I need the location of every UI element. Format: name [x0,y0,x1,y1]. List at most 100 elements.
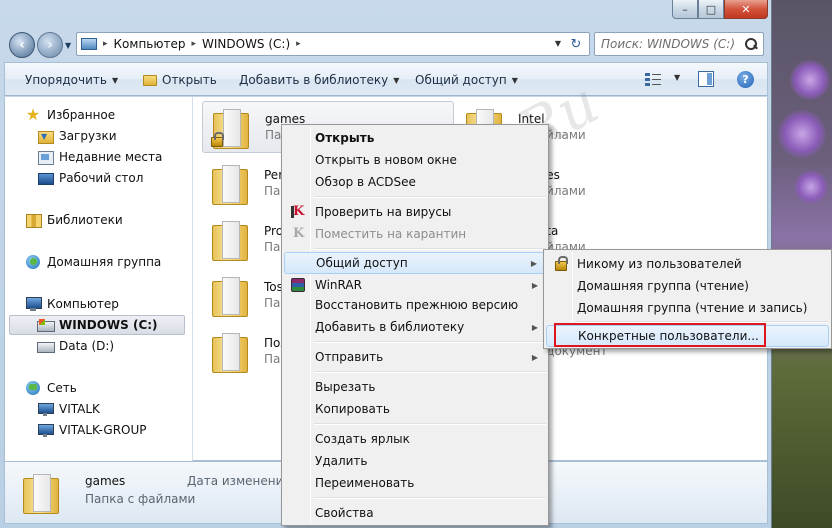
preview-pane-icon[interactable] [698,71,714,87]
system-drive-icon [37,317,55,333]
chevron-down-icon: ▼ [393,75,400,85]
sidebar-item-label: Компьютер [47,297,119,311]
sidebar-item-desktop[interactable]: Рабочий стол [37,168,143,188]
chevron-down-icon: ▼ [511,75,518,85]
sidebar-item-drive-c[interactable]: WINDOWS (C:) [9,315,185,335]
submenu-item-homegroup-readwrite[interactable]: Домашняя группа (чтение и запись) [546,297,829,319]
sidebar-item-recent[interactable]: Недавние места [37,147,162,167]
network-computer-icon [37,422,54,438]
breadcrumb-separator-icon[interactable]: ▸ [294,39,303,49]
sidebar-item-libraries[interactable]: Библиотеки [25,210,123,230]
address-bar[interactable]: ▸ Компьютер ▸ WINDOWS (C:) ▸ ▼ ↻ [76,32,590,56]
change-view-icon[interactable] [645,71,661,87]
chevron-down-icon: ▼ [674,73,681,82]
open-folder-icon [143,74,157,86]
menu-item-quarantine: Поместить на карантин [284,223,546,245]
winrar-icon [291,278,305,292]
lock-icon [555,256,568,271]
chevron-down-icon: ▼ [111,75,119,85]
forward-button[interactable]: › [37,32,63,58]
sidebar-item-label: Загрузки [59,129,117,143]
menu-item-restore-version[interactable]: Восстановить прежнюю версию [284,294,546,316]
sidebar-item-label: VITALK [59,402,100,416]
views-dropdown[interactable]: ▼ [669,73,680,82]
add-to-library-button[interactable]: Добавить в библиотеку ▼ [239,73,399,87]
computer-icon [25,296,42,312]
back-button[interactable]: ‹ [9,32,35,58]
refresh-button[interactable]: ↻ [566,35,586,53]
back-arrow-icon: ‹ [19,37,25,53]
lock-icon [211,132,224,147]
sidebar-item-label: Data (D:) [59,339,115,353]
search-icon[interactable] [744,37,758,51]
close-icon: ✕ [741,2,751,16]
sidebar-item-homegroup[interactable]: Домашняя группа [25,252,161,272]
menu-item-copy[interactable]: Копировать [284,398,546,420]
sidebar-item-label: Избранное [47,108,116,122]
folder-icon [208,161,252,205]
menu-item-scan-virus[interactable]: Проверить на вирусы [284,201,546,223]
sidebar-item-network[interactable]: Сеть [25,378,77,398]
breadcrumb-drive-c[interactable]: WINDOWS (C:) [198,37,294,51]
help-icon[interactable]: ? [737,71,754,88]
computer-icon [81,38,97,50]
details-name: games [85,474,126,488]
title-bar: – □ ✕ [0,0,772,28]
menu-item-open[interactable]: Открыть [284,127,546,149]
folder-icon [209,105,253,149]
folder-icon [19,470,63,514]
details-date-label: Дата изменения: [187,474,295,488]
search-input[interactable]: Поиск: WINDOWS (C:) [595,37,744,51]
menu-item-add-library[interactable]: Добавить в библиотеку ▶ [284,316,546,338]
folder-icon [208,273,252,317]
sidebar-item-label: Недавние места [59,150,163,164]
menu-item-cut[interactable]: Вырезать [284,376,546,398]
menu-item-send-to[interactable]: Отправить ▶ [284,346,546,368]
folder-icon [208,329,252,373]
sidebar-item-label: WINDOWS (C:) [59,318,158,332]
sidebar-item-label: Библиотеки [47,213,123,227]
details-type: Папка с файлами [85,492,196,506]
sidebar-item-vitalk-group[interactable]: VITALK-GROUP [37,420,147,440]
sidebar-item-label: Рабочий стол [59,171,144,185]
sidebar-item-computer[interactable]: Компьютер [25,294,119,314]
menu-item-open-new-window[interactable]: Открыть в новом окне [284,149,546,171]
submenu-arrow-icon: ▶ [531,322,538,332]
organize-label: Упорядочить [25,73,107,87]
kaspersky-icon [290,204,306,220]
sidebar-item-downloads[interactable]: Загрузки [37,126,117,146]
menu-item-winrar[interactable]: WinRAR ▶ [284,274,546,296]
submenu-item-nobody[interactable]: Никому из пользователей [546,253,829,275]
submenu-item-homegroup-read[interactable]: Домашняя группа (чтение) [546,275,829,297]
sidebar-item-favorites[interactable]: ★ Избранное [25,105,115,125]
minimize-button[interactable]: – [672,0,698,19]
share-button[interactable]: Общий доступ ▼ [415,73,518,87]
star-icon: ★ [25,105,41,124]
share-label: Общий доступ [415,73,507,87]
menu-item-create-shortcut[interactable]: Создать ярлык [284,428,546,450]
menu-item-acdsee[interactable]: Обзор в ACDSee [284,171,546,193]
sidebar-item-vitalk[interactable]: VITALK [37,399,100,419]
submenu-arrow-icon: ▶ [531,280,538,290]
close-button[interactable]: ✕ [724,0,768,19]
annotation-highlight-box [554,323,766,347]
libraries-icon [25,212,42,228]
sidebar-item-drive-d[interactable]: Data (D:) [37,336,114,356]
maximize-button[interactable]: □ [698,0,724,19]
open-button[interactable]: Открыть [143,73,217,87]
breadcrumb-separator-icon[interactable]: ▸ [101,39,110,49]
sidebar-item-label: Сеть [47,381,77,395]
recent-places-icon [37,149,54,165]
recent-pages-dropdown[interactable]: ▼ [65,41,71,50]
breadcrumb-computer[interactable]: Компьютер [110,37,190,51]
menu-item-delete[interactable]: Удалить [284,450,546,472]
address-dropdown-icon[interactable]: ▼ [555,39,561,48]
organize-button[interactable]: Упорядочить ▼ [25,73,118,87]
maximize-icon: □ [705,2,717,16]
breadcrumb-separator-icon[interactable]: ▸ [189,39,198,49]
search-box[interactable]: Поиск: WINDOWS (C:) [594,32,764,56]
drive-icon [37,338,55,354]
menu-item-properties[interactable]: Свойства [284,502,546,524]
menu-item-rename[interactable]: Переименовать [284,472,546,494]
menu-item-share[interactable]: Общий доступ ▶ [284,252,546,274]
